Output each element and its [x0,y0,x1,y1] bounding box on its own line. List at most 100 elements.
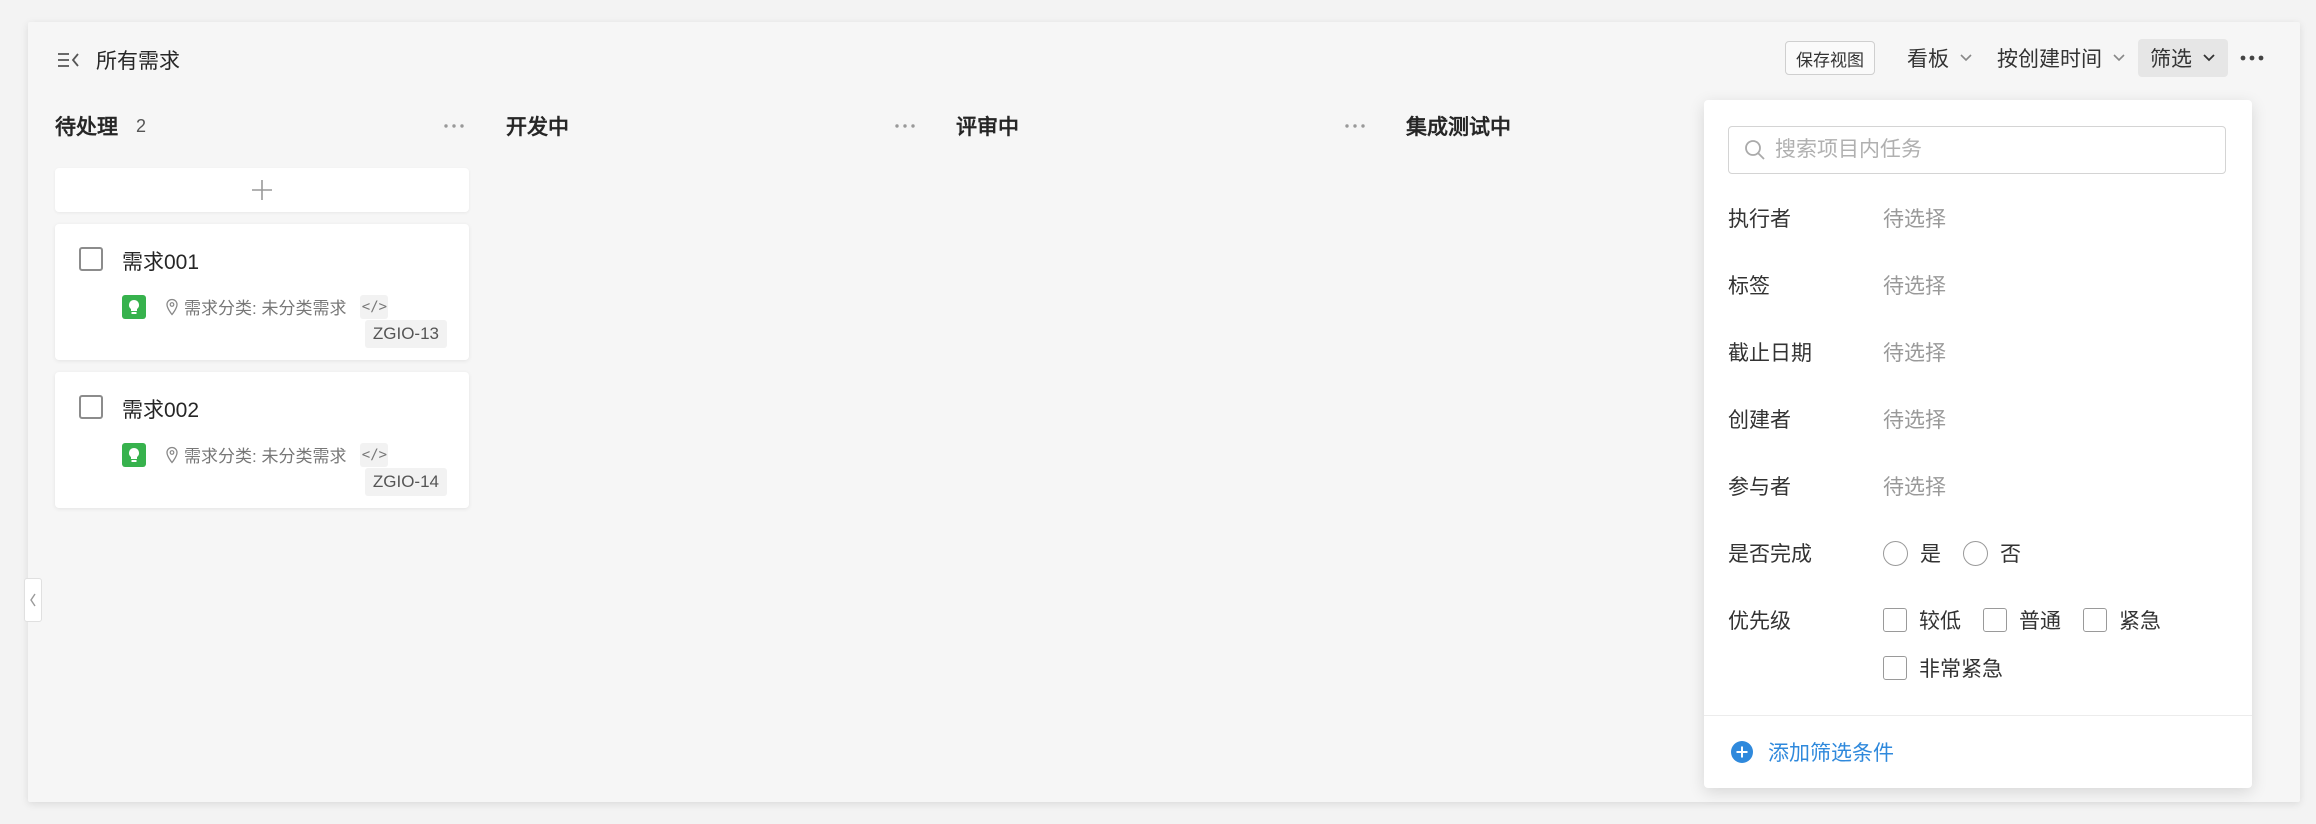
filter-row-assignee: 执行者 待选择 [1728,203,1946,233]
add-filter-label: 添加筛选条件 [1768,742,1894,765]
filter-value-select[interactable]: 待选择 [1883,337,1946,367]
radio-label: 否 [2000,543,2021,566]
checkbox-label: 较低 [1919,610,1961,633]
add-filter-button[interactable]: 添加筛选条件 [1730,737,1894,767]
column-more-icon[interactable] [1340,111,1370,141]
filter-label: 优先级 [1728,610,1791,633]
code-icon: </> [360,442,389,467]
task-id: ZGIO-13 [364,320,447,348]
task-checkbox[interactable] [79,395,103,419]
priority-low-checkbox[interactable]: 较低 [1883,605,1961,635]
plus-icon [252,180,272,200]
filter-value-select[interactable]: 待选择 [1883,203,1946,233]
search-icon [1745,140,1765,160]
task-id: ZGIO-14 [364,468,447,496]
filter-row-tags: 标签 待选择 [1728,270,1946,300]
column-more-icon[interactable] [439,111,469,141]
filter-label: 截止日期 [1728,342,1812,365]
column-developing: 开发中 [506,104,920,148]
column-count: 2 [136,115,147,136]
chevron-down-icon [1960,54,1972,62]
task-meta: 需求分类: 未分类需求 </> [122,442,389,467]
filter-row-participants: 参与者 待选择 [1728,471,1946,501]
radio-label: 是 [1920,543,1941,566]
search-input[interactable] [1775,138,2215,162]
filter-dropdown[interactable]: 筛选 [2138,39,2228,77]
filter-label: 标签 [1728,275,1770,298]
completed-no-radio[interactable]: 否 [1963,538,2021,568]
page-title: 所有需求 [96,50,180,73]
priority-urgent-checkbox[interactable]: 紧急 [2083,605,2161,635]
filter-row-due-date: 截止日期 待选择 [1728,337,1946,367]
location-pin-icon [166,298,178,316]
filter-label: 参与者 [1728,476,1791,499]
header-left: 所有需求 [54,40,180,80]
column-pending: 待处理 2 需求001 需求分类: 未分类需求 </> ZGIO-13 需求00… [55,104,469,508]
checkbox-box [1883,608,1907,632]
filter-value-select[interactable]: 待选择 [1883,471,1946,501]
filter-row-creator: 创建者 待选择 [1728,404,1946,434]
chevron-down-icon [2113,54,2125,62]
task-card[interactable]: 需求002 需求分类: 未分类需求 </> ZGIO-14 [55,372,469,508]
column-title: 待处理 [55,116,118,139]
filter-row-priority: 优先级 较低 普通 紧急 [1728,605,2183,635]
column-header: 评审中 [956,104,1370,148]
filter-label: 创建者 [1728,409,1791,432]
checkbox-box [1983,608,2007,632]
divider [1704,715,2252,716]
priority-normal-checkbox[interactable]: 普通 [1983,605,2061,635]
filter-value-select[interactable]: 待选择 [1883,404,1946,434]
column-title: 评审中 [956,116,1019,139]
filter-panel: 执行者 待选择 标签 待选择 截止日期 待选择 创建者 待选择 参与者 待选择 … [1704,100,2252,788]
checkbox-box [2083,608,2107,632]
requirement-type-icon [122,294,146,319]
task-meta: 需求分类: 未分类需求 </> [122,294,389,319]
completed-yes-radio[interactable]: 是 [1883,538,1941,568]
code-icon: </> [360,294,389,319]
task-card[interactable]: 需求001 需求分类: 未分类需求 </> ZGIO-13 [55,224,469,360]
task-category: 需求分类: 未分类需求 [164,442,346,467]
column-title: 开发中 [506,116,569,139]
filter-label: 筛选 [2150,48,2192,71]
checkbox-box [1883,656,1907,680]
radio-circle [1883,540,1908,566]
filter-value-select[interactable]: 待选择 [1883,270,1946,300]
sort-dropdown[interactable]: 按创建时间 [1985,39,2138,77]
plus-circle-icon [1731,741,1753,763]
location-pin-icon [166,446,178,464]
filter-label: 是否完成 [1728,543,1812,566]
column-header: 待处理 2 [55,104,469,148]
checkbox-label: 非常紧急 [1919,658,2003,681]
checkbox-label: 紧急 [2119,610,2161,633]
task-category-label: 需求分类: 未分类需求 [184,447,347,466]
task-title: 需求001 [122,251,200,274]
column-reviewing: 评审中 [956,104,1370,148]
requirement-type-icon [122,442,146,467]
header-toolbar: 保存视图 看板 按创建时间 筛选 [1785,37,2272,79]
filter-row-completed: 是否完成 是 否 [1728,538,2043,568]
save-view-button[interactable]: 保存视图 [1785,41,1875,75]
chevron-down-icon [2203,54,2215,62]
task-category-label: 需求分类: 未分类需求 [184,299,347,318]
expand-panel-handle[interactable] [24,578,42,622]
checkbox-label: 普通 [2019,610,2061,633]
add-card-button[interactable] [55,168,469,212]
column-header: 开发中 [506,104,920,148]
task-checkbox[interactable] [79,247,103,271]
priority-very-urgent-checkbox[interactable]: 非常紧急 [1883,653,2003,683]
collapse-sidebar-icon[interactable] [54,45,84,75]
view-mode-label: 看板 [1907,48,1949,71]
filter-label: 执行者 [1728,208,1791,231]
radio-circle [1963,540,1988,566]
search-box [1728,126,2226,174]
chevron-left-icon [30,593,36,607]
column-more-icon[interactable] [890,111,920,141]
column-title: 集成测试中 [1406,116,1511,139]
filter-row-priority-cont: 非常紧急 [1883,653,2025,683]
view-mode-dropdown[interactable]: 看板 [1895,39,1985,77]
sort-label: 按创建时间 [1997,48,2102,71]
more-options-icon[interactable] [2232,39,2272,77]
task-category: 需求分类: 未分类需求 [164,294,346,319]
kanban-board: 所有需求 保存视图 看板 按创建时间 筛选 待处理 2 需求001 需求分类: … [24,22,2300,802]
task-title: 需求002 [122,399,200,422]
